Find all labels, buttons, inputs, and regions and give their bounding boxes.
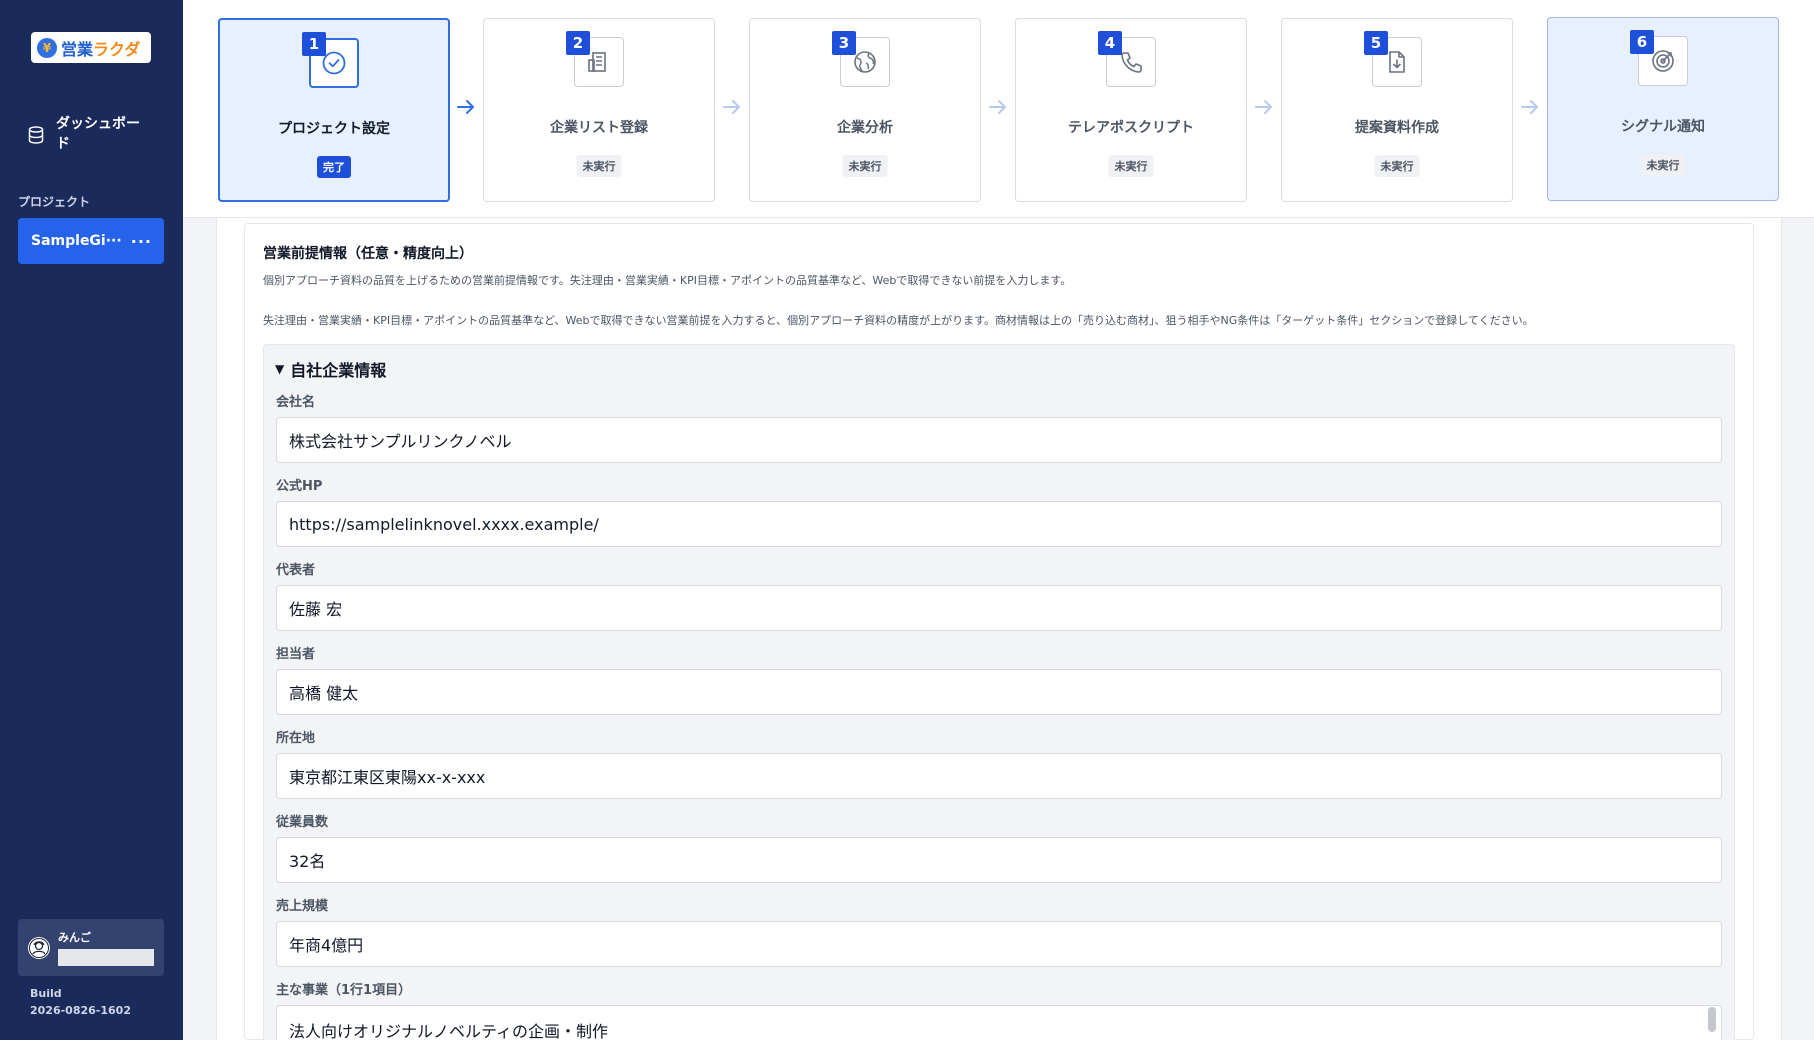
user-info: みんご xyxy=(58,929,154,966)
official-hp-field[interactable] xyxy=(276,501,1722,547)
step-number: 1 xyxy=(302,32,326,56)
status-badge: 未実行 xyxy=(842,155,888,177)
step-number: 5 xyxy=(1364,31,1388,55)
sidebar: ¥ 営業 ラクダ ダッシュボード プロジェクト SampleGi··· ··· … xyxy=(0,0,183,1040)
main-business-label: 主な事業（1行1項目） xyxy=(276,983,412,998)
step-number: 6 xyxy=(1630,30,1654,54)
revenue-scale-field[interactable] xyxy=(276,921,1722,967)
arrow-right-icon xyxy=(457,100,474,114)
sidebar-item-label: ダッシュボード xyxy=(56,116,140,152)
more-options-icon[interactable]: ··· xyxy=(131,232,152,251)
arrow-right-icon xyxy=(989,100,1006,114)
step-number: 3 xyxy=(832,31,856,55)
contact-person-label: 担当者 xyxy=(276,647,316,662)
sidebar-item-project[interactable]: SampleGi··· ··· xyxy=(18,218,164,264)
user-email-redacted xyxy=(58,949,154,966)
project-section-label: プロジェクト xyxy=(18,195,91,209)
sidebar-item-dashboard[interactable]: ダッシュボード xyxy=(28,114,158,154)
step-tele-script[interactable]: 4 テレアポスクリプト 未実行 xyxy=(1015,18,1247,202)
user-card[interactable]: みんご xyxy=(18,919,164,976)
section-description: 個別アプローチ資料の品質を上げるための営業前提情報です。失注理由・営業実績・KP… xyxy=(263,274,1072,287)
company-name-field[interactable] xyxy=(276,417,1722,463)
step-project-settings[interactable]: 1 プロジェクト設定 完了 xyxy=(218,18,450,202)
revenue-scale-label: 売上規模 xyxy=(276,899,329,914)
address-label: 所在地 xyxy=(276,731,316,746)
employee-count-field[interactable] xyxy=(276,837,1722,883)
step-title: 企業リスト登録 xyxy=(550,120,648,136)
logo-text-primary: 営業 xyxy=(61,39,94,59)
step-title: 企業分析 xyxy=(837,120,893,136)
company-info-toggle[interactable]: ▼ 自社企業情報 xyxy=(275,357,386,381)
employee-count-label: 従業員数 xyxy=(276,815,329,830)
status-badge: 未実行 xyxy=(1374,155,1420,177)
official-hp-label: 公式HP xyxy=(276,479,323,494)
step-title: プロジェクト設定 xyxy=(278,121,390,137)
workflow-stepper: 1 プロジェクト設定 完了 2 企業リスト登録 未実行 3 企業分析 未実行 4… xyxy=(183,0,1814,218)
project-name: SampleGi··· xyxy=(31,233,122,249)
representative-label: 代表者 xyxy=(276,563,316,578)
step-title: テレアポスクリプト xyxy=(1068,120,1194,136)
caret-down-icon: ▼ xyxy=(275,362,285,376)
step-number: 2 xyxy=(566,31,590,55)
app-logo[interactable]: ¥ 営業 ラクダ xyxy=(31,32,151,63)
step-title: 提案資料作成 xyxy=(1355,120,1439,136)
textarea-scrollbar[interactable] xyxy=(1708,1007,1716,1032)
step-company-analysis[interactable]: 3 企業分析 未実行 xyxy=(749,18,981,202)
build-info: Build 2026-0826-1602 xyxy=(30,985,131,1019)
company-name-label: 会社名 xyxy=(276,395,316,410)
status-badge: 未実行 xyxy=(576,155,622,177)
user-name: みんご xyxy=(58,931,91,944)
status-badge: 未実行 xyxy=(1108,155,1154,177)
logo-text-secondary: ラクダ xyxy=(93,39,141,59)
address-field[interactable] xyxy=(276,753,1722,799)
status-badge: 完了 xyxy=(317,156,351,178)
logo-mark-icon: ¥ xyxy=(37,37,57,58)
section-title: 営業前提情報（任意・精度向上） xyxy=(263,246,473,262)
avatar xyxy=(28,936,50,959)
step-proposal-doc[interactable]: 5 提案資料作成 未実行 xyxy=(1281,18,1513,202)
step-number: 4 xyxy=(1098,31,1122,55)
section-note: 失注理由・営業実績・KPI目標・アポイントの品質基準など、Webで取得できない営… xyxy=(263,314,1534,327)
arrow-right-icon xyxy=(723,100,740,114)
build-number: 2026-0826-1602 xyxy=(30,1004,131,1017)
contact-person-field[interactable] xyxy=(276,669,1722,715)
user-avatar-icon xyxy=(29,937,49,958)
build-label: Build xyxy=(30,987,62,1000)
arrow-right-icon xyxy=(1521,100,1538,114)
main-business-textarea[interactable]: 法人向けオリジナルノベルティの企画・制作 xyxy=(276,1005,1722,1040)
step-signal-notification[interactable]: 6 シグナル通知 未実行 xyxy=(1547,17,1779,201)
database-icon xyxy=(28,126,44,144)
representative-field[interactable] xyxy=(276,585,1722,631)
company-info-title: 自社企業情報 xyxy=(290,361,387,380)
step-company-list[interactable]: 2 企業リスト登録 未実行 xyxy=(483,18,715,202)
step-title: シグナル通知 xyxy=(1621,119,1705,135)
status-badge: 未実行 xyxy=(1640,154,1686,176)
arrow-right-icon xyxy=(1255,100,1272,114)
